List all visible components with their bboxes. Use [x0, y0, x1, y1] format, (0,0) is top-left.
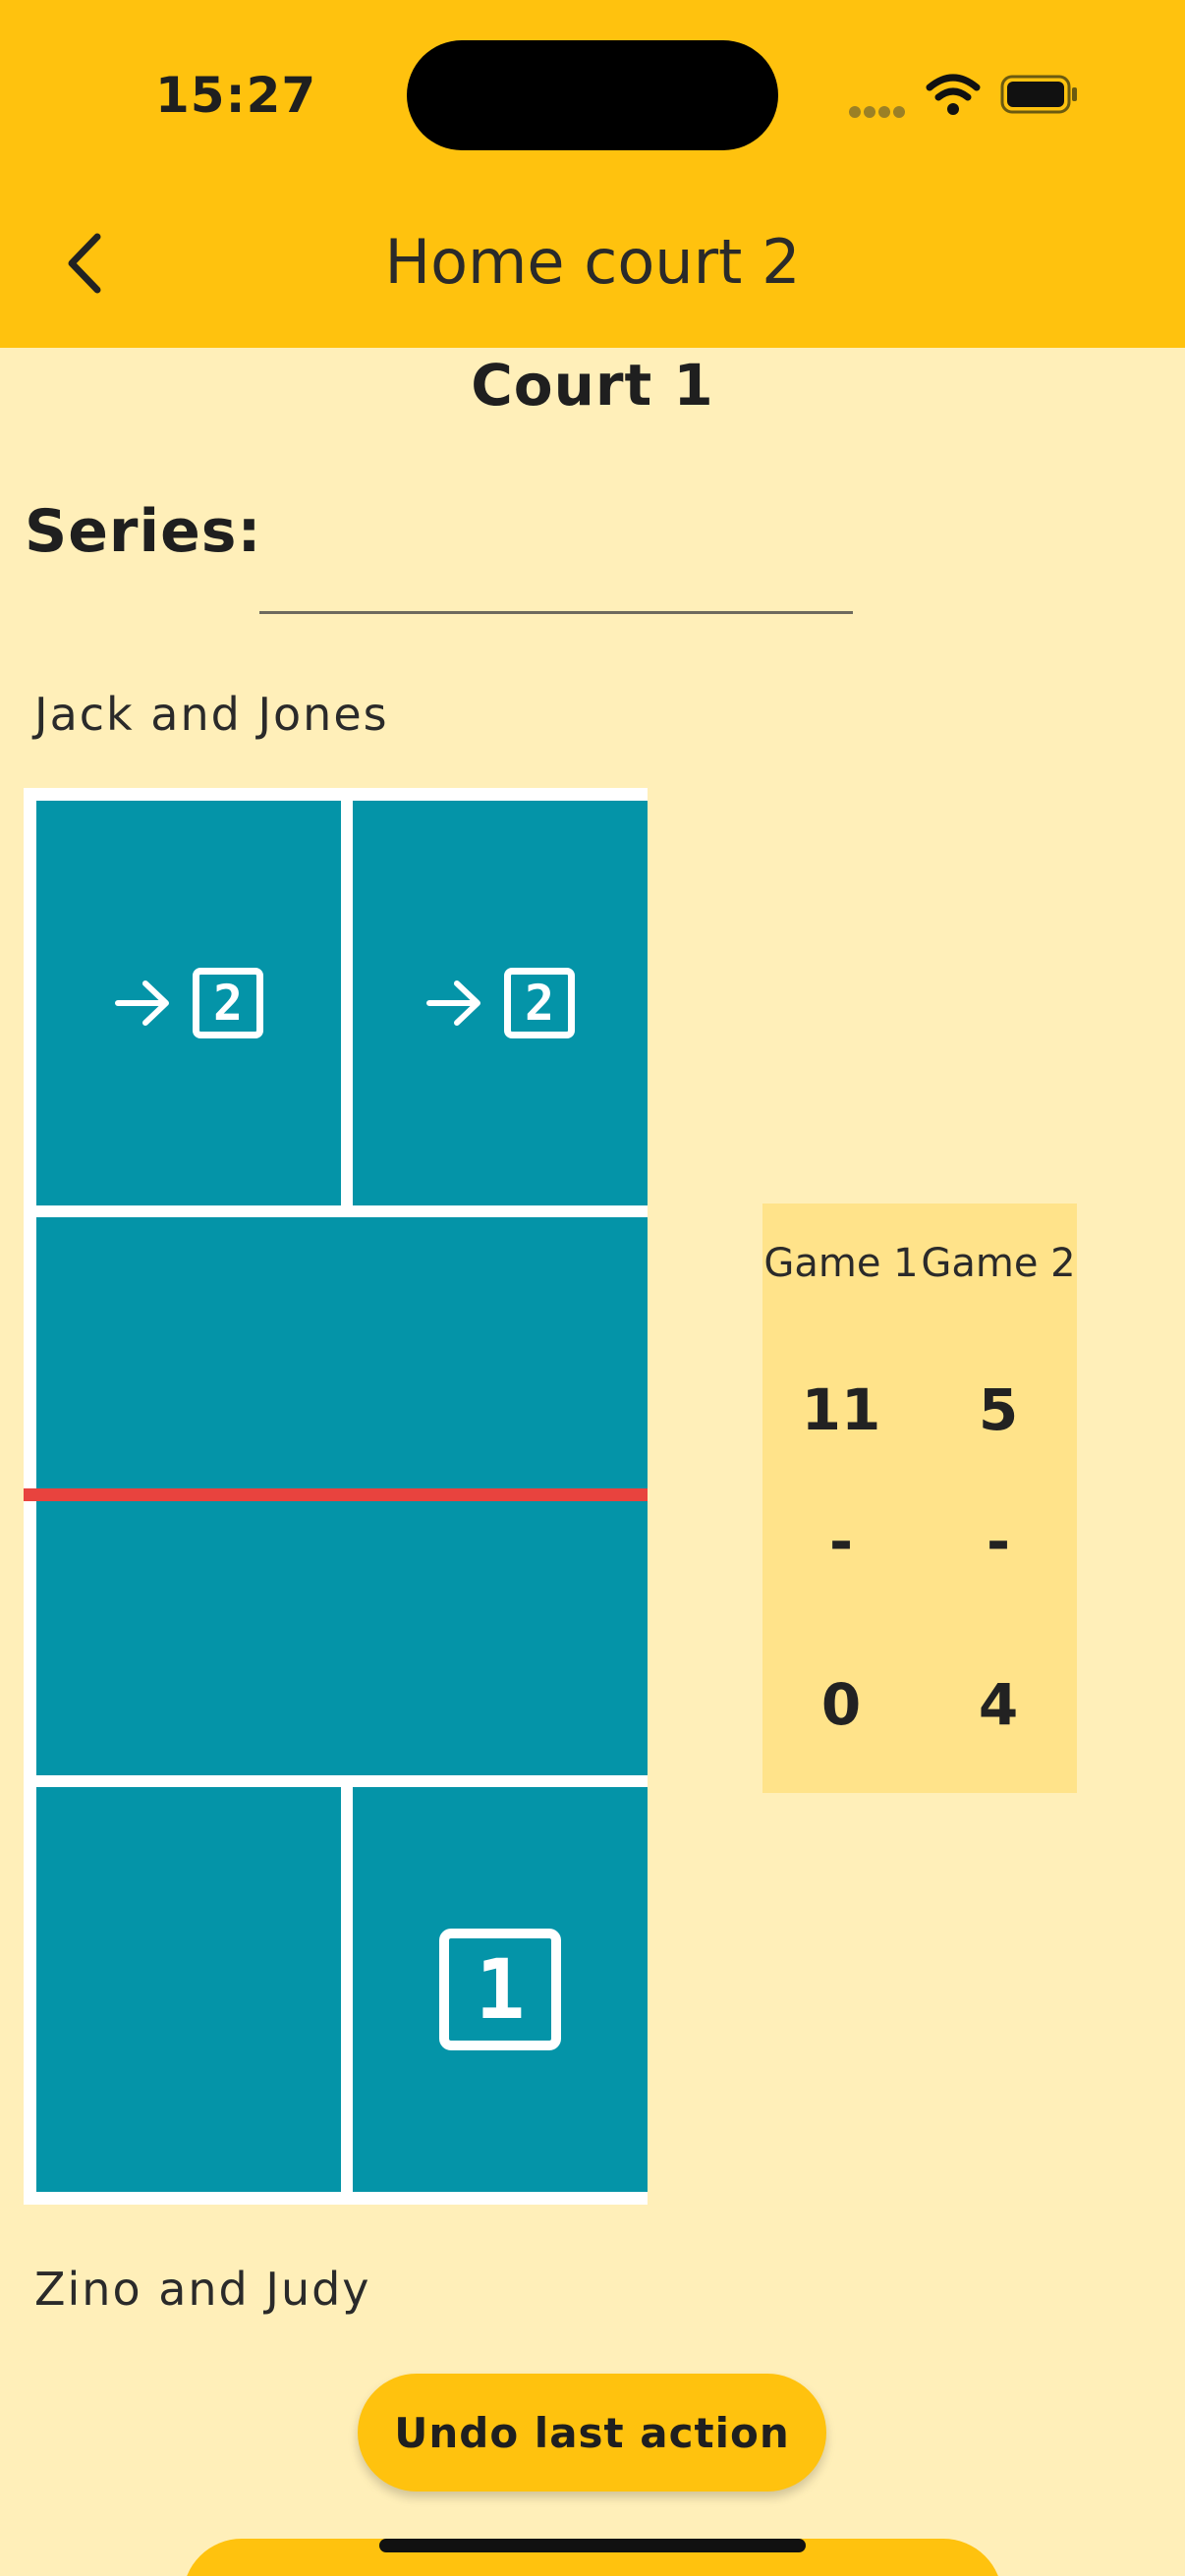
team-top-name: Jack and Jones [34, 688, 389, 741]
dynamic-island [407, 40, 778, 150]
arrow-right-icon [115, 980, 169, 1026]
status-time: 15:27 [155, 67, 317, 124]
battery-icon [1000, 75, 1077, 114]
pickleball-court: 2 2 1 [24, 788, 648, 2205]
serve-indicator: 2 [114, 968, 263, 1038]
arrow-right-icon [426, 980, 480, 1026]
score-separator: - [828, 1508, 854, 1575]
series-input[interactable] [259, 550, 853, 614]
court-zone-bottom-left[interactable] [36, 1787, 341, 2192]
court-zone-top-right[interactable]: 2 [353, 801, 648, 1205]
court-zone-bottom-right[interactable]: 1 [353, 1787, 648, 2192]
home-indicator [379, 2539, 806, 2552]
game-header: Game 1 [763, 1241, 919, 1286]
serve-number-badge: 2 [193, 968, 263, 1038]
court-title: Court 1 [471, 352, 714, 419]
court-net [24, 1488, 648, 1501]
score-separator: - [986, 1508, 1011, 1575]
top-team-score: 5 [978, 1376, 1019, 1443]
series-label: Series: [25, 497, 262, 566]
page-title: Home court 2 [384, 226, 801, 298]
game-header: Game 2 [921, 1241, 1076, 1286]
bottom-team-score: 0 [820, 1671, 862, 1738]
score-table: Game 1 Game 2 11 5 - - 0 4 [762, 1204, 1077, 1793]
wifi-icon [926, 74, 981, 115]
court-zone-top-left[interactable]: 2 [36, 801, 341, 1205]
server-number-badge: 1 [439, 1929, 561, 2050]
team-bottom-name: Zino and Judy [34, 2263, 371, 2316]
top-team-score: 11 [801, 1376, 881, 1443]
serve-indicator: 2 [425, 968, 575, 1038]
bottom-team-score: 4 [978, 1671, 1019, 1738]
app-bar: 15:27 Home court 2 [0, 0, 1185, 348]
cellular-signal-icon [849, 103, 908, 118]
screen: 15:27 Home court 2 Court 1 Series: Jack … [0, 0, 1185, 2576]
undo-last-action-button[interactable]: Undo last action [358, 2374, 826, 2492]
serve-number-badge: 2 [504, 968, 575, 1038]
